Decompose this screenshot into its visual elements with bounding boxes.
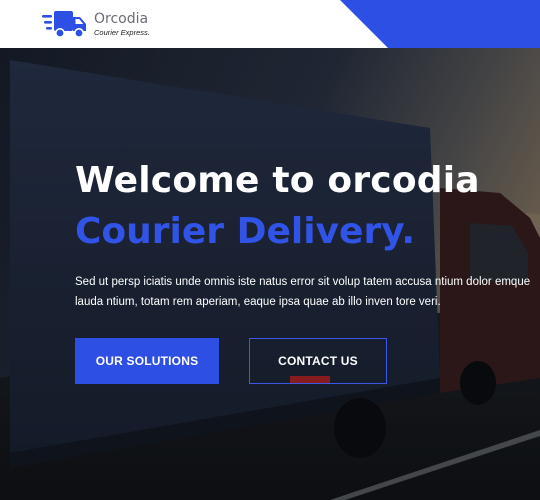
brand-name: Orcodia [94,10,149,27]
hero-banner: Welcome to orcodia Courier Delivery. Sed… [0,48,540,500]
contact-us-button[interactable]: CONTACT US [249,338,387,384]
header-accent-shape [340,0,540,48]
site-header: Orcodia Courier Express. [0,0,540,48]
hero-description: Sed ut persp iciatis unde omnis iste nat… [75,276,531,308]
delivery-truck-icon [42,11,86,38]
hero-subtitle: Courier Delivery. [75,211,416,252]
brand-tagline: Courier Express. [94,27,150,37]
our-solutions-button[interactable]: OUR SOLUTIONS [75,338,219,384]
hero-title: Welcome to orcodia [75,160,480,201]
hero-buttons: OUR SOLUTIONS CONTACT US [75,338,540,384]
hero-content: Welcome to orcodia Courier Delivery. Sed… [75,158,540,384]
logo[interactable]: Orcodia Courier Express. [42,8,150,40]
